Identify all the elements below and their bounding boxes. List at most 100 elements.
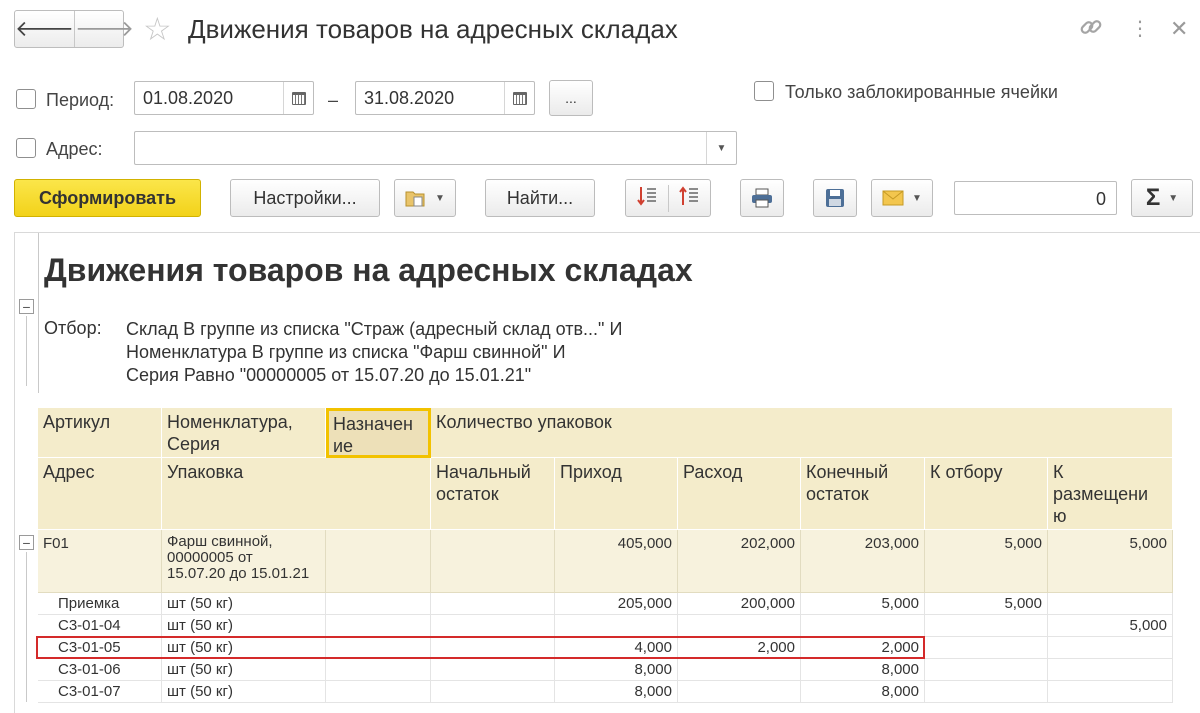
header-start-line: Начальный (436, 462, 531, 482)
address-input[interactable]: ▼ (134, 131, 737, 165)
row-expense-cell[interactable]: 2,000 (678, 637, 801, 659)
row-address-cell[interactable]: Приемка (38, 593, 162, 615)
row-package-cell[interactable]: шт (50 кг) (162, 659, 326, 681)
link-icon[interactable] (1078, 14, 1104, 48)
row-end-cell[interactable]: 8,000 (801, 681, 925, 703)
send-button[interactable]: ▼ (871, 179, 933, 217)
filter-line: Серия Равно "00000005 от 15.07.20 до 15.… (126, 365, 532, 385)
row-package-cell[interactable]: шт (50 кг) (162, 637, 326, 659)
row-to-pick-cell[interactable] (925, 615, 1048, 637)
row-package-cell[interactable]: шт (50 кг) (162, 593, 326, 615)
print-button[interactable] (740, 179, 784, 217)
calendar-icon[interactable] (504, 82, 534, 114)
group-to-place[interactable]: 5,000 (1048, 530, 1173, 593)
header-nomenclature-line: Номенклатура, (167, 412, 293, 432)
row-expense-cell[interactable] (678, 659, 801, 681)
arrow-left-icon: 🡐 (15, 16, 74, 41)
sum-button[interactable]: Σ ▼ (1131, 179, 1193, 217)
header-purpose[interactable]: Назначен ие (326, 408, 431, 458)
variants-button[interactable]: ▼ (394, 179, 456, 217)
row-income-cell[interactable]: 8,000 (555, 659, 678, 681)
row-income-cell[interactable]: 4,000 (555, 637, 678, 659)
row-address-cell[interactable]: С3-01-06 (38, 659, 162, 681)
group-nomenclature-line: Фарш свинной, (167, 533, 273, 550)
group-nomenclature-line: 00000005 от (167, 549, 253, 566)
row-purpose-cell[interactable] (326, 593, 431, 615)
group-income[interactable]: 405,000 (555, 530, 678, 593)
group-to-pick[interactable]: 5,000 (925, 530, 1048, 593)
row-income-cell[interactable]: 205,000 (555, 593, 678, 615)
only-locked-checkbox[interactable] (754, 81, 774, 101)
chevron-down-icon[interactable]: ▼ (706, 132, 736, 164)
row-address-cell[interactable]: С3-01-05 (38, 637, 162, 659)
row-start-cell[interactable] (431, 615, 555, 637)
calendar-icon[interactable] (283, 82, 313, 114)
sigma-icon: Σ (1145, 184, 1161, 211)
header-end-line: остаток (806, 484, 869, 504)
sort-asc-icon[interactable] (669, 185, 711, 212)
row-expense-cell[interactable]: 200,000 (678, 593, 801, 615)
row-end-cell[interactable] (801, 615, 925, 637)
row-start-cell[interactable] (431, 637, 555, 659)
row-to-place-cell[interactable] (1048, 681, 1173, 703)
group-purpose[interactable] (326, 530, 431, 593)
header-qty-packages: Количество упаковок (431, 408, 1173, 458)
row-expense-cell[interactable] (678, 615, 801, 637)
group-start[interactable] (431, 530, 555, 593)
row-to-pick-cell[interactable] (925, 659, 1048, 681)
group-end[interactable]: 203,000 (801, 530, 925, 593)
collapse-header-icon[interactable]: − (19, 299, 34, 314)
generate-button[interactable]: Сформировать (14, 179, 201, 217)
row-income-cell[interactable]: 8,000 (555, 681, 678, 703)
row-start-cell[interactable] (431, 659, 555, 681)
close-icon[interactable]: ✕ (1170, 14, 1188, 44)
group-nomenclature[interactable]: Фарш свинной, 00000005 от 15.07.20 до 15… (162, 530, 326, 593)
find-button[interactable]: Найти... (485, 179, 595, 217)
row-end-cell[interactable]: 5,000 (801, 593, 925, 615)
window-title: Движения товаров на адресных складах (188, 14, 678, 44)
row-to-pick-cell[interactable] (925, 681, 1048, 703)
star-icon[interactable]: ☆ (143, 12, 172, 46)
choose-period-button[interactable]: ... (549, 80, 593, 116)
date-to-field[interactable]: 31.08.2020 (355, 81, 535, 115)
row-end-cell[interactable]: 8,000 (801, 659, 925, 681)
row-address-cell[interactable]: С3-01-07 (38, 681, 162, 703)
row-purpose-cell[interactable] (326, 659, 431, 681)
row-to-place-cell[interactable] (1048, 637, 1173, 659)
chevron-down-icon: ▼ (435, 192, 445, 204)
group-expense[interactable]: 202,000 (678, 530, 801, 593)
row-address-cell[interactable]: С3-01-04 (38, 615, 162, 637)
row-to-place-cell[interactable]: 5,000 (1048, 615, 1173, 637)
header-to-place-line: размещени (1053, 484, 1149, 504)
sum-value-field[interactable]: 0 (954, 181, 1117, 215)
row-purpose-cell[interactable] (326, 681, 431, 703)
settings-button[interactable]: Настройки... (230, 179, 380, 217)
group-nomenclature-line: 15.07.20 до 15.01.21 (167, 565, 310, 582)
save-button[interactable] (813, 179, 857, 217)
period-checkbox[interactable] (16, 89, 36, 109)
row-income-cell[interactable] (555, 615, 678, 637)
row-package-cell[interactable]: шт (50 кг) (162, 615, 326, 637)
row-to-pick-cell[interactable]: 5,000 (925, 593, 1048, 615)
row-start-cell[interactable] (431, 593, 555, 615)
more-icon[interactable]: ⋮ (1130, 14, 1150, 44)
row-to-place-cell[interactable] (1048, 593, 1173, 615)
row-start-cell[interactable] (431, 681, 555, 703)
sort-desc-icon[interactable] (626, 184, 669, 212)
floppy-disk-icon (826, 189, 844, 207)
row-to-place-cell[interactable] (1048, 659, 1173, 681)
row-package-cell[interactable]: шт (50 кг) (162, 681, 326, 703)
row-purpose-cell[interactable] (326, 637, 431, 659)
group-code[interactable]: F01 (38, 530, 162, 593)
row-to-pick-cell[interactable] (925, 637, 1048, 659)
row-expense-cell[interactable] (678, 681, 801, 703)
row-purpose-cell[interactable] (326, 615, 431, 637)
date-from-field[interactable]: 01.08.2020 (134, 81, 314, 115)
date-separator: – (328, 90, 339, 110)
address-checkbox[interactable] (16, 138, 36, 158)
back-button[interactable]: 🡐 (15, 11, 74, 47)
row-end-cell[interactable]: 2,000 (801, 637, 925, 659)
forward-button[interactable]: 🡒 (74, 11, 134, 47)
collapse-group-icon[interactable]: − (19, 535, 34, 550)
folder-icon (405, 191, 425, 207)
